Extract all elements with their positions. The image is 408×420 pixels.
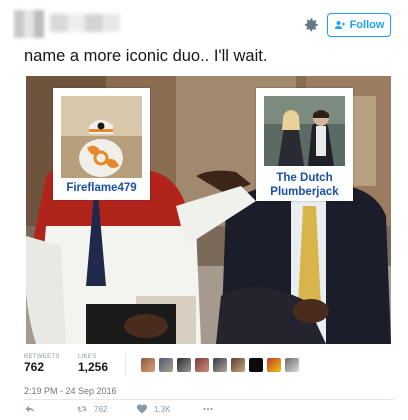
card-label-dutch-line2: Plumberjack — [270, 186, 339, 198]
reply-icon — [25, 406, 35, 413]
liker-avatar[interactable] — [159, 358, 173, 372]
card-label-fireflame: Fireflame479 — [66, 182, 137, 194]
tweet-photo[interactable]: Fireflame479 The Dutch Plumberjack — [26, 76, 391, 344]
liker-avatar[interactable] — [267, 358, 281, 372]
liker-avatar[interactable] — [285, 358, 299, 372]
avatar[interactable] — [14, 10, 44, 38]
liker-avatar[interactable] — [249, 358, 263, 372]
like-button[interactable]: 1.3K — [136, 403, 170, 415]
likes-value: 1,256 — [78, 360, 109, 374]
tweet-text: name a more iconic duo.. I'll wait. — [24, 47, 268, 65]
gear-icon[interactable] — [302, 16, 320, 34]
like-count: 1.3K — [154, 404, 171, 414]
liker-avatar[interactable] — [213, 358, 227, 372]
actions-divider — [24, 399, 394, 400]
retweets-value: 762 — [24, 360, 45, 374]
liker-avatar[interactable] — [141, 358, 155, 372]
retweet-count: 762 — [94, 404, 108, 414]
liker-avatar[interactable] — [177, 358, 191, 372]
follow-button[interactable]: Follow — [327, 13, 391, 37]
tweet-timestamp[interactable]: 2:19 PM - 24 Sep 2016 — [24, 386, 117, 396]
follow-person-icon — [334, 21, 345, 29]
follow-label: Follow — [349, 19, 385, 31]
author-name[interactable] — [50, 14, 120, 32]
face-card-bb8[interactable]: Fireflame479 — [53, 88, 150, 200]
more-button[interactable] — [202, 403, 214, 415]
tweet-actions: 762 1.3K — [24, 403, 274, 417]
retweet-button[interactable]: 762 — [76, 403, 107, 415]
likes-stat[interactable]: LIKES 1,256 — [78, 354, 128, 374]
heart-icon — [137, 404, 147, 414]
retweets-stat[interactable]: RETWEETS 762 — [24, 354, 74, 374]
tweet-header: Follow — [0, 0, 408, 46]
bb8-image — [61, 96, 142, 178]
reply-button[interactable] — [24, 403, 36, 415]
couple-image — [264, 96, 345, 166]
liker-avatar[interactable] — [231, 358, 245, 372]
liker-avatar[interactable] — [195, 358, 209, 372]
more-dots-icon — [203, 408, 213, 410]
retweet-icon — [77, 406, 87, 412]
stats-divider — [125, 354, 126, 376]
card-label-dutch-line1: The Dutch — [276, 172, 333, 184]
face-card-couple[interactable]: The Dutch Plumberjack — [256, 88, 353, 201]
